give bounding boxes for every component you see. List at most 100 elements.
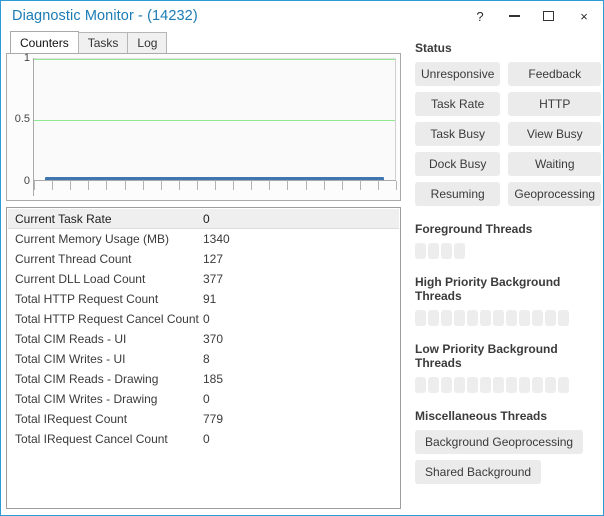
counter-name: Current Memory Usage (MB): [15, 232, 170, 246]
foreground-threads-title: Foreground Threads: [415, 222, 533, 236]
chart-x-tick: [377, 181, 379, 190]
thread-indicator-cell: [532, 310, 543, 326]
counter-value: 91: [203, 292, 217, 306]
counter-name: Total CIM Reads - UI: [15, 332, 127, 346]
counter-name: Current DLL Load Count: [15, 272, 146, 286]
chart-inner: 0 0.5 1: [11, 52, 397, 196]
chart-x-tick: [142, 181, 144, 190]
status-button-waiting[interactable]: Waiting: [508, 152, 602, 176]
chart-x-tick: [52, 181, 54, 190]
window-title: Diagnostic Monitor - (14232): [12, 8, 198, 24]
chart-x-tick: [305, 181, 307, 190]
counter-name: Total HTTP Request Cancel Count: [15, 312, 199, 326]
low-priority-threads-title: Low Priority Background Threads: [415, 342, 558, 370]
status-button-http[interactable]: HTTP: [508, 92, 602, 116]
status-button-task-busy[interactable]: Task Busy: [415, 122, 501, 146]
tab-counters[interactable]: Counters: [10, 31, 79, 53]
chart-x-axis: [34, 180, 397, 196]
counters-list[interactable]: Current Task Rate 0 Current Memory Usage (…: [6, 207, 401, 509]
counter-value: 0: [203, 312, 210, 326]
chart-x-tick: [124, 181, 126, 190]
chart-x-tick: [88, 181, 90, 190]
counter-value: 377: [203, 272, 224, 286]
thread-indicator-cell: [545, 377, 556, 393]
tab-log[interactable]: Log: [127, 32, 168, 53]
close-button[interactable]: ×: [565, 2, 603, 30]
thread-indicator-cell: [441, 310, 452, 326]
left-pane: Counters Tasks Log 0 0.5 1 Current Task …: [1, 31, 406, 515]
misc-button-background-geoprocessing[interactable]: Background Geoprocessing: [415, 430, 584, 454]
status-button-geoprocessing[interactable]: Geoprocessing: [508, 182, 602, 206]
counter-value: 8: [203, 352, 210, 366]
table-row[interactable]: Total CIM Writes - Drawing 0: [8, 389, 399, 409]
thread-indicator-cell: [493, 377, 504, 393]
table-row[interactable]: Total HTTP Request Cancel Count 0: [8, 309, 399, 329]
status-button-grid: Unresponsive Feedback Task Rate HTTP Task Bu…: [415, 62, 602, 206]
thread-indicator-cell: [532, 377, 543, 393]
thread-indicator-cell: [428, 243, 439, 259]
table-row[interactable]: Total CIM Reads - UI 370: [8, 329, 399, 349]
chart-x-tick: [287, 181, 289, 190]
misc-button-shared-background[interactable]: Shared Background: [415, 460, 542, 484]
counter-name: Total CIM Reads - Drawing: [15, 372, 159, 386]
thread-indicator-cell: [415, 243, 426, 259]
status-button-dock-busy[interactable]: Dock Busy: [415, 152, 501, 176]
thread-indicator-cell: [454, 243, 465, 259]
chart-x-tick: [251, 181, 253, 190]
thread-indicator-cell: [428, 377, 439, 393]
chart-x-tick: [323, 181, 325, 190]
thread-indicator-cell: [558, 310, 569, 326]
table-row[interactable]: Current Thread Count 127: [8, 249, 399, 269]
thread-indicator-cell: [415, 377, 426, 393]
chart-x-tick: [196, 181, 198, 190]
thread-indicator-cell: [467, 310, 478, 326]
status-button-task-rate[interactable]: Task Rate: [415, 92, 501, 116]
status-button-resuming[interactable]: Resuming: [415, 182, 501, 206]
thread-indicator-cell: [506, 377, 517, 393]
thread-indicator-cell: [545, 310, 556, 326]
counter-name: Total CIM Writes - UI: [15, 352, 126, 366]
counter-name: Current Task Rate: [15, 211, 112, 226]
counter-name: Total IRequest Cancel Count: [15, 432, 168, 446]
thread-indicator-cell: [493, 310, 504, 326]
right-pane: Status Unresponsive Feedback Task Rate HTTP…: [406, 31, 603, 515]
minimize-button[interactable]: [497, 2, 531, 30]
maximize-icon: [542, 11, 554, 21]
thread-indicator-cell: [480, 377, 491, 393]
table-row[interactable]: Current Task Rate 0: [8, 209, 399, 229]
close-icon: ×: [580, 8, 588, 24]
counter-value: 185: [203, 372, 224, 386]
status-button-feedback[interactable]: Feedback: [508, 62, 602, 86]
tab-tasks[interactable]: Tasks: [77, 32, 129, 53]
thread-indicator-cell: [480, 310, 491, 326]
table-row[interactable]: Current DLL Load Count 377: [8, 269, 399, 289]
maximize-button[interactable]: [531, 2, 565, 30]
status-button-view-busy[interactable]: View Busy: [508, 122, 602, 146]
chart-y-label: 0: [23, 174, 30, 187]
table-row[interactable]: Total HTTP Request Count 91: [8, 289, 399, 309]
tab-counters-label: Counters: [20, 35, 69, 50]
chart-x-tick: [359, 181, 361, 190]
status-section-title: Status: [415, 41, 452, 55]
table-row[interactable]: Total CIM Writes - UI 8: [8, 349, 399, 369]
chart-x-tick: [70, 181, 72, 190]
diagnostic-monitor-window: Diagnostic Monitor - (14232) ? × Counter…: [0, 0, 604, 516]
table-row[interactable]: Total IRequest Count 779: [8, 409, 399, 429]
question-mark-icon: ?: [476, 8, 484, 24]
window-body: Counters Tasks Log 0 0.5 1 Current Task …: [1, 31, 603, 515]
help-button[interactable]: ?: [463, 2, 497, 30]
chart-x-tick: [233, 181, 235, 190]
thread-indicator-cell: [454, 377, 465, 393]
counter-value: 127: [203, 252, 224, 266]
table-row[interactable]: Current Memory Usage (MB) 1340: [8, 229, 399, 249]
thread-indicator-cell: [428, 310, 439, 326]
chart-y-label: 1: [23, 52, 30, 64]
counter-name: Current Thread Count: [15, 252, 132, 266]
thread-indicator-cell: [454, 310, 465, 326]
counter-name: Total IRequest Count: [15, 412, 128, 426]
status-button-unresponsive[interactable]: Unresponsive: [415, 62, 501, 86]
counter-value: 0: [203, 432, 210, 446]
chart-x-tick: [341, 181, 343, 190]
table-row[interactable]: Total CIM Reads - Drawing 185: [8, 369, 399, 389]
table-row[interactable]: Total IRequest Cancel Count 0: [8, 429, 399, 449]
